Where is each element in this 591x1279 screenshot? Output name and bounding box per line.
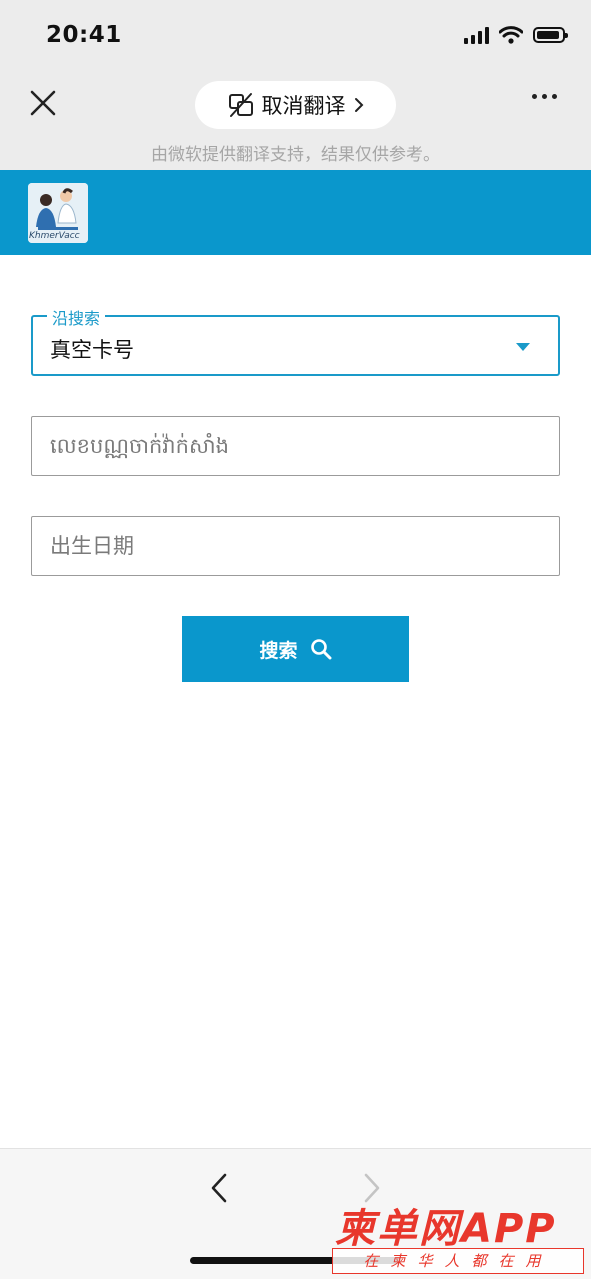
translate-off-icon xyxy=(228,93,253,117)
watermark-subtitle: 在柬华人都在用 xyxy=(332,1248,584,1274)
search-by-value: 真空卡号 xyxy=(50,338,134,362)
watermark-title: 柬单网APP xyxy=(335,1206,557,1252)
logo-text: KhmerVacc xyxy=(29,231,80,241)
status-icons xyxy=(464,26,568,44)
status-time: 20:41 xyxy=(46,22,122,48)
dropdown-arrow-icon xyxy=(516,343,530,351)
site-header xyxy=(0,170,591,255)
search-by-select[interactable]: 沿搜索 真空卡号 xyxy=(31,305,560,376)
back-arrow-icon[interactable] xyxy=(207,1172,231,1204)
cellular-signal-icon xyxy=(464,26,489,44)
translation-note: 由微软提供翻译支持，结果仅供参考。 xyxy=(151,145,440,165)
battery-icon xyxy=(533,27,568,43)
search-by-legend: 沿搜索 xyxy=(47,305,106,329)
more-options-icon[interactable] xyxy=(532,94,557,99)
wifi-icon xyxy=(499,26,523,44)
card-number-field-container xyxy=(31,416,560,476)
watermark: 柬单网APP 在柬华人都在用 xyxy=(332,1196,584,1276)
chevron-right-icon xyxy=(354,98,363,112)
status-bar: 20:41 xyxy=(0,0,591,72)
cancel-translation-label: 取消翻译 xyxy=(261,94,346,118)
search-button[interactable]: 搜索 xyxy=(182,616,409,682)
search-button-label: 搜索 xyxy=(259,639,298,662)
card-number-input[interactable] xyxy=(50,417,540,475)
date-of-birth-field-container xyxy=(31,516,560,576)
cancel-translation-button[interactable]: 取消翻译 xyxy=(195,81,396,129)
search-icon xyxy=(310,639,331,660)
khmervacc-logo: KhmerVacc xyxy=(28,183,88,243)
date-of-birth-input[interactable] xyxy=(50,517,540,575)
close-icon[interactable] xyxy=(28,88,58,118)
